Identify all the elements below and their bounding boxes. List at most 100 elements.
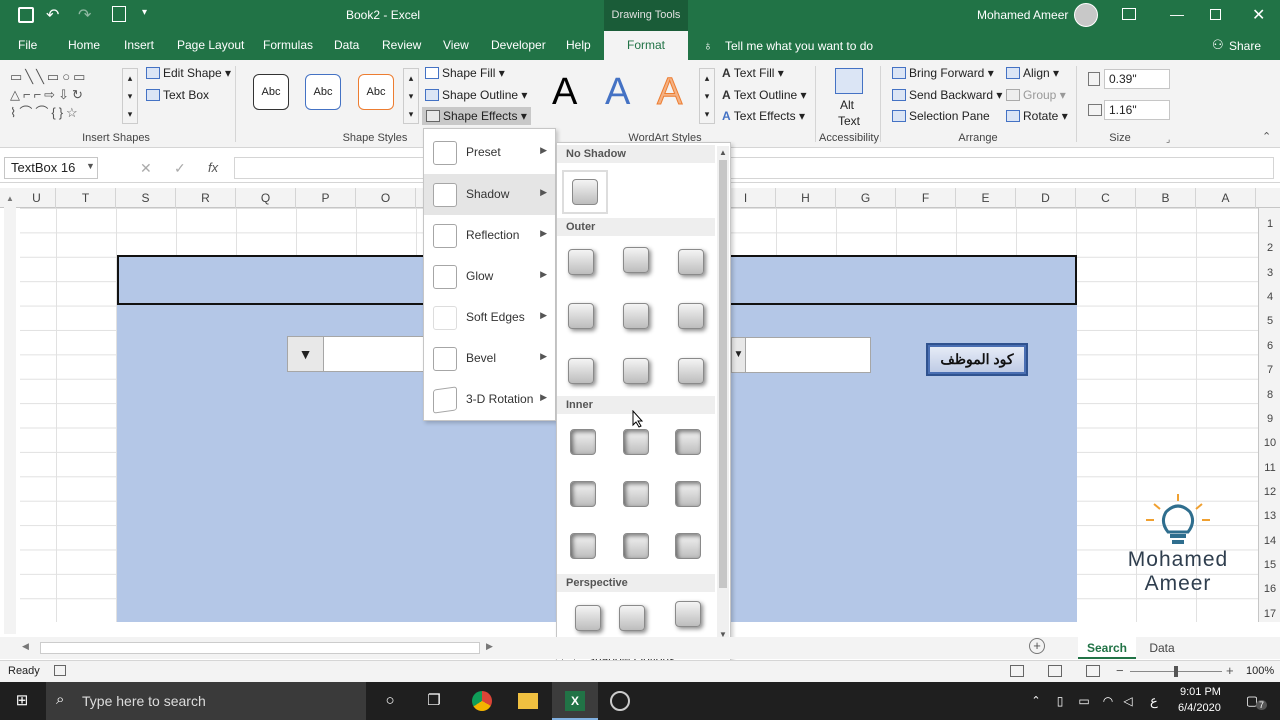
normal-view-icon[interactable] [1010, 665, 1024, 677]
col-header[interactable]: A [1196, 188, 1256, 208]
scroll-thumb[interactable] [719, 160, 727, 588]
name-box[interactable]: TextBox 16 [4, 157, 98, 179]
outer-shadow-option[interactable] [623, 303, 649, 329]
save-icon[interactable] [18, 7, 34, 23]
inner-shadow-option[interactable] [623, 481, 649, 507]
selection-pane-button[interactable]: Selection Pane [892, 109, 990, 123]
page-layout-view-icon[interactable] [1048, 665, 1062, 677]
col-header[interactable]: D [1016, 188, 1076, 208]
col-header[interactable]: H [776, 188, 836, 208]
col-header[interactable]: O [356, 188, 416, 208]
text-effects-button[interactable]: A Text Effects ▾ [722, 109, 805, 123]
tab-file[interactable]: File [10, 31, 45, 60]
text-outline-button[interactable]: A Text Outline ▾ [722, 88, 807, 102]
inner-shadow-option[interactable] [570, 429, 596, 455]
employee-code-button[interactable]: كود الموظف [926, 343, 1028, 376]
tab-formulas[interactable]: Formulas [255, 31, 321, 60]
inner-shadow-option[interactable] [675, 533, 701, 559]
shape-effects-button[interactable]: Shape Effects ▾ [422, 107, 531, 125]
perspective-shadow-option[interactable] [675, 601, 701, 627]
alt-text-icon[interactable] [835, 68, 863, 94]
zoom-level[interactable]: 100% [1246, 665, 1274, 677]
col-header[interactable]: S [116, 188, 176, 208]
col-header[interactable]: B [1136, 188, 1196, 208]
chrome-icon[interactable] [472, 691, 492, 711]
shape-width-input[interactable]: 1.16" [1104, 100, 1170, 120]
alt-text-label-1[interactable]: Alt [840, 98, 854, 112]
align-button[interactable]: Align ▾ [1006, 66, 1059, 80]
network-icon[interactable]: ▯ [1050, 691, 1070, 711]
sheet-tab-data[interactable]: Data [1140, 637, 1184, 659]
tab-scroll-left-icon[interactable]: ◀ [22, 641, 29, 652]
menu-item-soft-edges[interactable]: Soft Edges ▶ [424, 297, 555, 338]
sheet-tab-search[interactable]: Search [1078, 637, 1136, 659]
shape-styles-scroll[interactable]: ▴ ▾ ▾ [403, 68, 419, 124]
inner-shadow-option[interactable] [623, 429, 649, 455]
scroll-up-icon[interactable]: ▲ [719, 148, 727, 157]
col-header[interactable]: G [836, 188, 896, 208]
menu-item-bevel[interactable]: Bevel ▶ [424, 338, 555, 379]
macro-record-icon[interactable] [54, 665, 66, 676]
app-icon[interactable] [610, 691, 630, 711]
close-icon[interactable]: ✕ [1252, 5, 1265, 25]
inner-shadow-option[interactable] [570, 481, 596, 507]
edit-shape-button[interactable]: Edit Shape ▾ [146, 66, 231, 80]
avatar[interactable] [1074, 3, 1098, 27]
share-button[interactable]: Share [1229, 39, 1261, 53]
menu-item-reflection[interactable]: Reflection ▶ [424, 215, 555, 256]
menu-item-shadow[interactable]: Shadow ▶ [424, 174, 555, 215]
outer-shadow-option[interactable] [623, 247, 649, 273]
employee-combo-left[interactable]: ▼ [287, 336, 427, 372]
clock-time[interactable]: 9:01 PM [1180, 686, 1221, 698]
wordart-scroll[interactable]: ▴ ▾ ▾ [699, 68, 715, 124]
inner-shadow-option[interactable] [570, 533, 596, 559]
shape-fill-button[interactable]: Shape Fill ▾ [425, 66, 505, 80]
excel-taskbar-icon[interactable]: X [552, 682, 598, 720]
ribbon-display-icon[interactable] [1122, 8, 1136, 20]
combo-dropdown-button[interactable]: ▼ [288, 337, 324, 371]
row-header[interactable]: 2 [1259, 236, 1280, 260]
shape-style-swatch-2[interactable]: Abc [305, 74, 341, 110]
shape-style-swatch-1[interactable]: Abc [253, 74, 289, 110]
outer-shadow-option[interactable] [568, 358, 594, 384]
no-shadow-option[interactable] [562, 170, 608, 214]
tab-review[interactable]: Review [374, 31, 429, 60]
row-header[interactable]: 15 [1259, 553, 1280, 577]
row-header[interactable]: 1 [1259, 212, 1280, 236]
gallery-scrollbar[interactable]: ▲ ▼ [717, 146, 729, 642]
send-backward-button[interactable]: Send Backward ▾ [892, 88, 1002, 102]
bring-forward-button[interactable]: Bring Forward ▾ [892, 66, 994, 80]
formula-input[interactable] [234, 157, 1274, 179]
row-header[interactable]: 11 [1259, 456, 1280, 480]
col-header[interactable]: F [896, 188, 956, 208]
power-icon[interactable]: ▭ [1074, 691, 1094, 711]
outer-shadow-option[interactable] [623, 358, 649, 384]
combo-dropdown-button[interactable]: ▼ [732, 338, 746, 372]
outer-shadow-option[interactable] [568, 249, 594, 275]
outer-shadow-option[interactable] [568, 303, 594, 329]
windows-start-icon[interactable]: ⊞ [12, 691, 32, 711]
col-header[interactable]: U [18, 188, 56, 208]
col-header[interactable]: C [1076, 188, 1136, 208]
minimize-icon[interactable]: — [1170, 6, 1184, 22]
tab-insert[interactable]: Insert [116, 31, 162, 60]
shapes-scroll[interactable]: ▴ ▾ ▾ [122, 68, 138, 124]
employee-combo-right[interactable]: ▼ [731, 337, 871, 373]
taskbar-search[interactable]: ⌕ Type here to search [46, 682, 366, 720]
row-header[interactable]: 6 [1259, 334, 1280, 358]
insert-function-icon[interactable]: fx [208, 160, 218, 175]
collapse-ribbon-icon[interactable]: ⌃ [1262, 130, 1271, 143]
zoom-slider-thumb[interactable] [1174, 666, 1178, 677]
row-header[interactable]: 16 [1259, 577, 1280, 601]
inner-shadow-option[interactable] [675, 481, 701, 507]
wordart-style-blue[interactable]: A [605, 72, 630, 112]
outer-shadow-option[interactable] [678, 358, 704, 384]
tab-home[interactable]: Home [60, 31, 108, 60]
row-header[interactable]: 5 [1259, 309, 1280, 333]
horizontal-scrollbar[interactable] [40, 642, 480, 654]
volume-icon[interactable]: ◁ [1118, 691, 1138, 711]
inner-shadow-option[interactable] [623, 533, 649, 559]
vertical-scroll-left[interactable]: ▲ [4, 194, 16, 634]
tab-developer[interactable]: Developer [483, 31, 554, 60]
shapes-gallery[interactable]: ▭╲╲▭○▭ △⌐⌐⇨⇩↻ ⌇⌒⌒{}☆ [10, 68, 122, 124]
